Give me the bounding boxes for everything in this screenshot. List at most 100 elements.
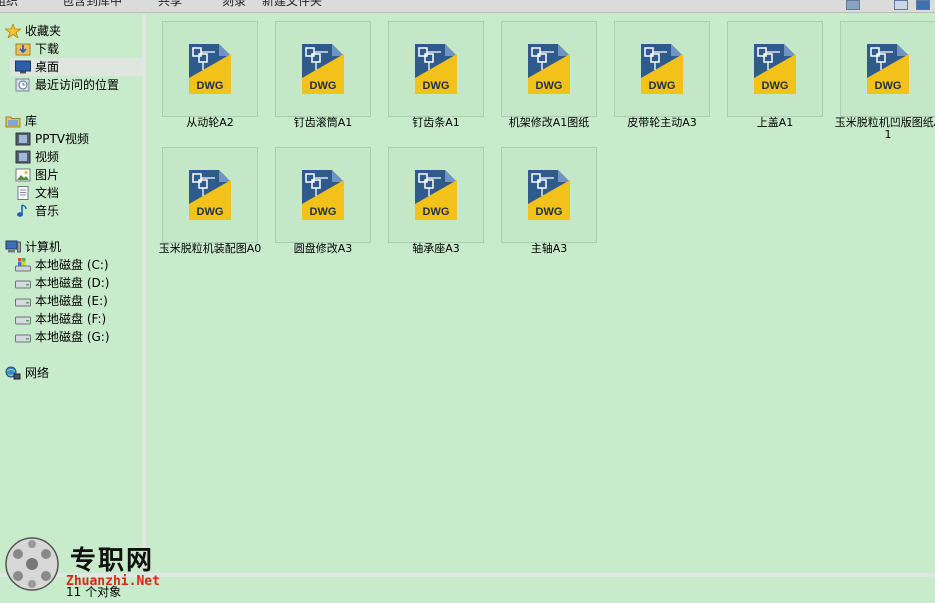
dwg-file-icon: DWG [641,44,683,94]
star-icon [5,24,21,38]
dwg-file-icon: DWG [754,44,796,94]
dwg-file-icon: DWG [415,44,457,94]
watermark-chinese-text: 专职网 [70,546,155,576]
dwg-icon-label: DWG [310,206,337,218]
hard-drive-icon [15,316,31,325]
burn-button[interactable]: 刻录 [222,0,246,9]
file-item[interactable]: DWG 机架修改A1图纸 [485,13,598,133]
file-name: 玉米脱粒机装配图A0 [158,242,262,255]
nav-drive-label: 本地磁盘 (G:) [35,330,110,344]
file-item[interactable]: DWG 钉齿条A1 [372,13,485,133]
file-item[interactable]: DWG 皮带轮主动A3 [598,13,711,133]
dwg-icon-label: DWG [536,80,563,92]
dwg-file-icon: DWG [528,170,570,220]
dwg-icon-label: DWG [649,80,676,92]
nav-favorites-label: 收藏夹 [25,24,62,38]
nav-drive-d[interactable]: 本地磁盘 (D:) [15,274,140,292]
hard-drive-icon [15,334,31,343]
watermark-url-text: Zhuanzhi.Net [66,574,160,589]
system-drive-icon [15,258,31,272]
file-name: 上盖A1 [756,116,794,129]
video-library-icon [15,150,31,164]
file-name: 钉齿滚筒A1 [293,116,353,129]
file-name: 皮带轮主动A3 [627,116,697,129]
navigation-pane: 收藏夹 下载 桌面 最近访问的位置 库 PPTV视频 视频 图片 文档 音乐 计… [0,13,146,573]
nav-drive-label: 本地磁盘 (E:) [35,294,108,308]
dwg-file-icon: DWG [189,44,231,94]
command-toolbar: 组织 包含到库中 共享 刻录 新建文件夹 [0,0,935,13]
file-name: 主轴A3 [530,242,568,255]
file-name: 轴承座A3 [412,242,460,255]
nav-libraries-label: 库 [25,114,38,128]
nav-drive-g[interactable]: 本地磁盘 (G:) [15,328,140,346]
nav-drive-label: 本地磁盘 (F:) [35,312,107,326]
music-library-icon [17,204,27,217]
help-icon[interactable] [916,0,930,10]
nav-item-music[interactable]: 音乐 [15,202,140,220]
nav-item-label: 音乐 [35,204,60,218]
nav-item-pictures[interactable]: 图片 [15,166,140,184]
library-icon [5,116,21,128]
computer-icon [5,240,21,253]
file-item[interactable]: DWG 玉米脱粒机凹版图纸A1 [824,13,935,141]
recent-places-icon [15,78,30,92]
share-button[interactable]: 共享 [158,0,182,9]
nav-libraries[interactable]: 库 [5,112,140,130]
download-folder-icon [15,43,31,56]
file-name: 玉米脱粒机凹版图纸A1 [834,116,935,141]
file-name: 钉齿条A1 [412,116,460,129]
dwg-icon-label: DWG [762,80,789,92]
watermark: 专职网 Zhuanzhi.Net [4,536,184,599]
organize-button[interactable]: 组织 [0,0,18,9]
video-library-icon [15,132,31,146]
desktop-icon [15,60,31,74]
nav-item-label: 视频 [35,150,60,164]
file-item[interactable]: DWG 圆盘修改A3 [259,139,372,259]
new-folder-button[interactable]: 新建文件夹 [262,0,322,9]
hard-drive-icon [15,280,31,289]
soccer-ball-logo-icon [5,537,59,591]
dwg-file-icon: DWG [189,170,231,220]
dwg-file-icon: DWG [302,44,344,94]
file-item[interactable]: DWG 从动轮A2 [146,13,259,133]
view-options-icon[interactable] [846,0,860,10]
preview-pane-icon[interactable] [894,0,908,10]
nav-drive-f[interactable]: 本地磁盘 (F:) [15,310,140,328]
dwg-file-icon: DWG [302,170,344,220]
nav-drive-c[interactable]: 本地磁盘 (C:) [15,256,140,274]
dwg-icon-label: DWG [197,206,224,218]
hard-drive-icon [15,298,31,307]
nav-item-pptv-video[interactable]: PPTV视频 [15,130,140,148]
file-item[interactable]: DWG 上盖A1 [711,13,824,133]
file-name: 机架修改A1图纸 [508,116,590,129]
file-item[interactable]: DWG 主轴A3 [485,139,598,259]
nav-network-label: 网络 [25,366,50,380]
nav-item-documents[interactable]: 文档 [15,184,140,202]
nav-favorites[interactable]: 收藏夹 [5,22,140,40]
file-name: 从动轮A2 [186,116,234,129]
include-in-library-button[interactable]: 包含到库中 [62,0,122,9]
network-icon [5,366,21,380]
nav-item-label: 下载 [35,42,60,56]
file-item[interactable]: DWG 轴承座A3 [372,139,485,259]
nav-item-videos[interactable]: 视频 [15,148,140,166]
dwg-file-icon: DWG [528,44,570,94]
file-list-view: DWG 从动轮A2 DWG 钉齿滚筒A1 DWG 钉齿条A1 DWG 机架修改A1图纸 DWG 皮… [146,13,935,573]
file-item[interactable]: DWG 钉齿滚筒A1 [259,13,372,133]
nav-item-label: 图片 [35,168,60,182]
nav-drive-label: 本地磁盘 (D:) [35,276,110,290]
pictures-library-icon [15,168,31,182]
nav-item-desktop[interactable]: 桌面 [10,58,142,76]
documents-library-icon [17,186,29,200]
nav-item-downloads[interactable]: 下载 [15,40,140,58]
dwg-icon-label: DWG [875,80,902,92]
nav-item-label: PPTV视频 [35,132,90,146]
nav-item-label: 最近访问的位置 [35,78,120,92]
nav-network[interactable]: 网络 [5,364,140,382]
nav-drive-e[interactable]: 本地磁盘 (E:) [15,292,140,310]
dwg-icon-label: DWG [423,206,450,218]
dwg-file-icon: DWG [867,44,909,94]
file-item[interactable]: DWG 玉米脱粒机装配图A0 [146,139,261,259]
nav-computer[interactable]: 计算机 [5,238,140,256]
nav-item-recent-places[interactable]: 最近访问的位置 [15,76,140,94]
